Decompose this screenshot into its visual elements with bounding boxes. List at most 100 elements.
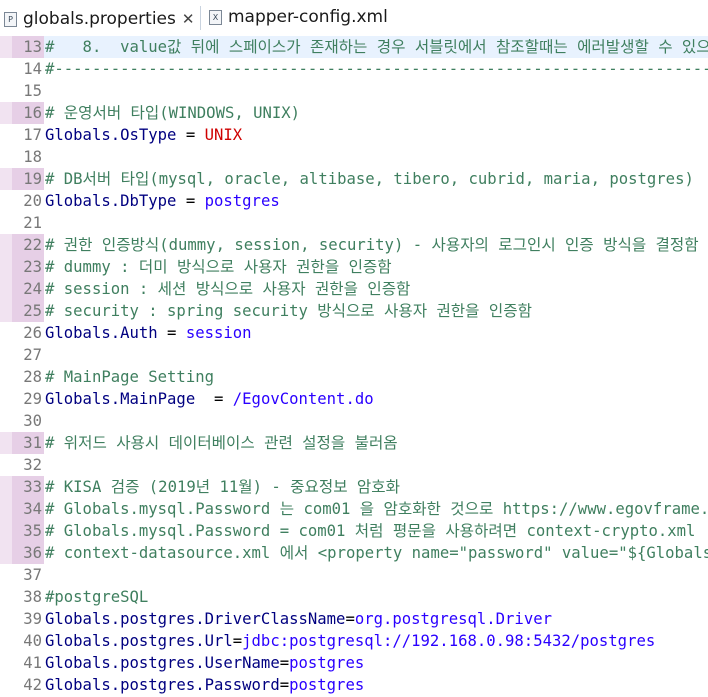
code-line[interactable]: 38 #postgreSQL [0,586,708,608]
line-content: # context-datasource.xml 에서 <property na… [44,542,708,564]
property-separator: = [195,390,233,408]
line-content: # dummy : 더미 방식으로 사용자 권한을 인증함 [44,256,392,278]
line-number-gutter: 40 [0,630,44,652]
close-icon[interactable]: ✕ [182,10,195,28]
property-key: Globals.DbType [45,192,177,210]
code-line[interactable]: 41 Globals.postgres.UserName=postgres [0,652,708,674]
code-line[interactable]: 19 # DB서버 타입(mysql, oracle, altibase, tib… [0,168,708,190]
line-content: Globals.postgres.UserName=postgres [44,652,364,674]
tab-divider [200,6,201,30]
line-content [44,564,45,586]
comment-text: # context-datasource.xml 에서 <property na… [45,544,708,562]
code-line[interactable]: 15 [0,80,708,102]
code-line[interactable]: 28 # MainPage Setting [0,366,708,388]
line-number-gutter: 38 [0,586,44,608]
line-number: 21 [23,214,42,232]
property-key: Globals.postgres.Url [45,632,233,650]
code-line[interactable]: 37 [0,564,708,586]
line-number-gutter: 32 [0,454,44,476]
code-line[interactable]: 34 # Globals.mysql.Password 는 com01 을 암호화… [0,498,708,520]
line-number-gutter: 23 [0,256,44,278]
code-line[interactable]: 29 Globals.MainPage = /EgovContent.do [0,388,708,410]
property-separator: = [279,654,290,672]
line-number-gutter: 34 [0,498,44,520]
code-line[interactable]: 40 Globals.postgres.Url=jdbc:postgresql:/… [0,630,708,652]
line-number: 35 [23,522,42,540]
code-line[interactable]: 22 # 권한 인증방식(dummy, session, security) - … [0,234,708,256]
line-number-gutter: 24 [0,278,44,300]
property-value: org.postgresql.Driver [354,610,552,628]
line-number: 19 [23,170,42,188]
line-number-gutter: 36 [0,542,44,564]
code-line[interactable]: 16 # 운영서버 타입(WINDOWS, UNIX) [0,102,708,124]
line-number-gutter: 26 [0,322,44,344]
code-line[interactable]: 25 # security : spring security 방식으로 사용자 … [0,300,708,322]
code-line[interactable]: 36 # context-datasource.xml 에서 <property … [0,542,708,564]
line-content [44,146,45,168]
line-number: 31 [23,434,42,452]
code-line[interactable]: 39 Globals.postgres.DriverClassName=org.p… [0,608,708,630]
line-content: # Globals.mysql.Password 는 com01 을 암호화한 … [44,498,708,520]
line-number: 27 [23,346,42,364]
code-line[interactable]: 24 # session : 세션 방식으로 사용자 권한을 인증함 [0,278,708,300]
property-key: Globals.postgres.Password [45,676,280,694]
tab-mapper-config-xml[interactable]: X mapper-config.xml [205,2,395,32]
code-line[interactable]: 21 [0,212,708,234]
code-line[interactable]: 30 [0,410,708,432]
line-number-gutter: 27 [0,344,44,366]
line-number-gutter: 30 [0,410,44,432]
line-content: # MainPage Setting [44,366,214,388]
line-number-gutter: 15 [0,80,44,102]
line-number-gutter: 41 [0,652,44,674]
code-line[interactable]: 20 Globals.DbType = postgres [0,190,708,212]
line-content [44,80,45,102]
line-number-gutter: 20 [0,190,44,212]
property-separator: = [279,676,290,694]
line-content: #postgreSQL [44,586,148,608]
line-content: Globals.OsType = UNIX [44,124,242,146]
properties-file-icon: P [4,11,17,27]
code-line[interactable]: 17 Globals.OsType = UNIX [0,124,708,146]
tab-label: mapper-config.xml [228,7,388,27]
comment-text: # dummy : 더미 방식으로 사용자 권한을 인증함 [45,258,392,276]
code-editor[interactable]: 13 # 8. value값 뒤에 스페이스가 존재하는 경우 서블릿에서 참조할… [0,36,708,697]
property-value: postgres [204,192,280,210]
line-number-gutter: 42 [0,674,44,696]
code-line[interactable]: 32 [0,454,708,476]
property-separator: = [157,324,186,342]
code-line[interactable]: 31 # 위저드 사용시 데이터베이스 관련 설정을 불러옴 [0,432,708,454]
code-line[interactable]: 33 # KISA 검증 (2019년 11월) - 중요정보 암호화 [0,476,708,498]
property-value: postgres [289,654,365,672]
code-line[interactable]: 13 # 8. value값 뒤에 스페이스가 존재하는 경우 서블릿에서 참조할… [0,36,708,58]
comment-text: # DB서버 타입(mysql, oracle, altibase, tiber… [45,170,694,188]
line-number: 24 [23,280,42,298]
line-number-gutter: 39 [0,608,44,630]
code-line[interactable]: 14 #-------------------------------------… [0,58,708,80]
line-number: 41 [23,654,42,672]
code-line[interactable]: 27 [0,344,708,366]
comment-text: # 운영서버 타입(WINDOWS, UNIX) [45,104,301,122]
property-value: postgres [289,676,365,694]
code-line[interactable]: 23 # dummy : 더미 방식으로 사용자 권한을 인증함 [0,256,708,278]
code-line[interactable]: 42 Globals.postgres.Password=postgres [0,674,708,696]
line-content [44,410,45,432]
property-value: UNIX [204,126,243,144]
line-number-gutter: 21 [0,212,44,234]
line-number-gutter: 16 [0,102,44,124]
comment-text: #---------------------------------------… [45,60,708,78]
line-number: 26 [23,324,42,342]
property-value: /EgovContent.do [232,390,374,408]
property-separator: = [232,632,243,650]
property-value: jdbc:postgresql://192.168.0.98:5432/post… [242,632,656,650]
line-content: Globals.MainPage = /EgovContent.do [44,388,374,410]
code-line[interactable]: 35 # Globals.mysql.Password = com01 처럼 평문… [0,520,708,542]
tab-globals-properties[interactable]: P globals.properties ✕ [0,2,200,34]
line-content: # 위저드 사용시 데이터베이스 관련 설정을 불러옴 [44,432,398,454]
code-line[interactable]: 18 [0,146,708,168]
line-number: 14 [23,60,42,78]
line-number: 32 [23,456,42,474]
line-number-gutter: 13 [0,36,44,58]
line-number: 40 [23,632,42,650]
code-line[interactable]: 26 Globals.Auth = session [0,322,708,344]
comment-text: # 권한 인증방식(dummy, session, security) - 사용… [45,236,699,254]
